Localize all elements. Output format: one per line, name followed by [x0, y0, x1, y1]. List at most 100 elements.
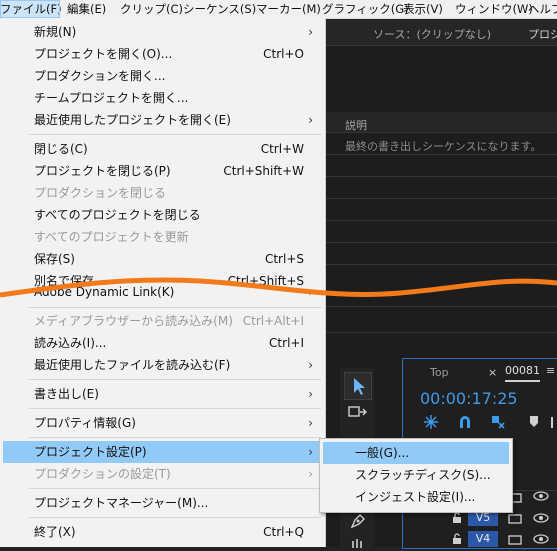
menu-item-open-production[interactable]: プロダクションを開く... — [3, 65, 321, 87]
timeline-close-icon[interactable]: × — [488, 366, 497, 379]
chevron-right-icon: › — [308, 416, 313, 430]
film-icon[interactable] — [508, 513, 522, 524]
menu-item-label: 最近使用したプロジェクトを開く(E) — [34, 113, 231, 127]
selection-tool-icon[interactable] — [344, 372, 372, 400]
lock-icon[interactable] — [452, 533, 462, 545]
menu-item-label: プロパティ情報(G) — [34, 416, 136, 430]
menu-edit[interactable]: 編集(E) — [67, 0, 106, 18]
menu-item-save[interactable]: 保存(S) Ctrl+S — [3, 248, 321, 270]
submenu-item-scratch-disks[interactable]: スクラッチディスク(S)... — [323, 464, 509, 486]
menu-window[interactable]: ウィンドウ(W) — [455, 0, 533, 18]
menu-item-exit[interactable]: 終了(X) Ctrl+Q — [3, 521, 321, 543]
eye-icon[interactable] — [533, 533, 549, 545]
menu-item-new[interactable]: 新規(N) › — [3, 21, 321, 43]
shortcut-label: Ctrl+Alt+I — [242, 314, 304, 328]
menu-item-dynamic-link[interactable]: Adobe Dynamic Link(K) › — [3, 281, 321, 303]
shortcut-label: Ctrl+Shift+W — [223, 164, 304, 178]
menu-separator — [29, 408, 321, 409]
chevron-right-icon: › — [308, 285, 313, 299]
timeline-sequence-tab[interactable]: 00081 — [505, 364, 540, 382]
track-label-v4[interactable]: V4 — [468, 531, 498, 547]
menu-item-label: すべてのプロジェクトを閉じる — [34, 208, 201, 222]
menu-graphics[interactable]: グラフィック(G) — [322, 0, 409, 18]
menu-item-label: 新規(N) — [34, 25, 77, 39]
menu-item-project-manager[interactable]: プロジェクトマネージャー(M)... — [3, 492, 321, 514]
menu-separator — [29, 488, 321, 489]
menu-item-label: プロジェクトマネージャー(M)... — [34, 496, 209, 510]
description-text: 最終の書き出しシーケンスになります。 — [345, 140, 542, 153]
snap-icon[interactable] — [423, 414, 439, 430]
menu-marker[interactable]: マーカー(M) — [256, 0, 321, 18]
menu-item-label: プロダクションを閉じる — [34, 186, 167, 200]
track-select-icon[interactable] — [348, 405, 368, 421]
menu-item-close-all-projects[interactable]: すべてのプロジェクトを閉じる — [3, 204, 321, 226]
project-settings-submenu: 一般(G)... スクラッチディスク(S)... インジェスト設定(I)... — [319, 438, 513, 513]
menu-item-label: プロダクションを開く... — [34, 69, 166, 83]
menu-item-close[interactable]: 閉じる(C) Ctrl+W — [3, 138, 321, 160]
timeline-menu-icon[interactable]: ≡ — [546, 364, 555, 377]
menu-item-refresh-all-projects: すべてのプロジェクトを更新 — [3, 226, 321, 248]
chevron-right-icon: › — [308, 358, 313, 372]
submenu-item-ingest-settings[interactable]: インジェスト設定(I)... — [323, 486, 509, 508]
chevron-right-icon: › — [308, 445, 313, 459]
timeline-label[interactable]: Top — [430, 366, 449, 379]
menu-item-project-settings[interactable]: プロジェクト設定(P) › — [3, 441, 321, 463]
menu-item-label: スクラッチディスク(S)... — [355, 468, 491, 482]
chevron-right-icon: › — [308, 113, 313, 127]
menu-item-label: Adobe Dynamic Link(K) — [34, 285, 175, 299]
menu-item-label: 閉じる(C) — [34, 142, 88, 156]
linked-selection-icon[interactable] — [490, 414, 506, 430]
hand-tool-icon[interactable] — [350, 537, 366, 548]
timeline-timecode[interactable]: 00:00:17:25 — [420, 389, 518, 408]
menu-item-label: 読み込み(I)... — [34, 336, 107, 350]
menu-item-properties[interactable]: プロパティ情報(G) › — [3, 412, 321, 434]
menu-file[interactable]: ファイル(F) — [0, 0, 62, 18]
shortcut-label: Ctrl+O — [263, 47, 304, 61]
menu-item-open-team-project[interactable]: チームプロジェクトを開く... — [3, 87, 321, 109]
menu-item-label: プロジェクトを開く(O)... — [34, 47, 173, 61]
menu-item-label: 終了(X) — [34, 525, 76, 539]
menu-separator — [29, 307, 321, 308]
menu-separator — [29, 379, 321, 380]
pen-tool-icon[interactable] — [349, 512, 367, 530]
film-icon[interactable] — [508, 534, 522, 545]
source-panel-label[interactable]: ソース：(クリップなし) — [373, 26, 491, 42]
menu-item-label: チームプロジェクトを開く... — [34, 91, 189, 105]
description-column-header[interactable]: 説明 — [345, 117, 367, 133]
menu-item-label: メディアブラウザーから読み込み(M) — [34, 314, 233, 328]
project-panel-tab[interactable]: プロジ — [528, 26, 557, 42]
shortcut-label: Ctrl+S — [264, 252, 304, 266]
file-menu: 新規(N) › プロジェクトを開く(O)... Ctrl+O プロダクションを開… — [0, 18, 326, 547]
menu-separator — [29, 517, 321, 518]
submenu-item-general[interactable]: 一般(G)... — [323, 442, 509, 464]
eye-icon[interactable] — [533, 490, 549, 502]
chevron-right-icon: › — [308, 25, 313, 39]
menu-item-export[interactable]: 書き出し(E) › — [3, 383, 321, 405]
menu-item-close-project[interactable]: プロジェクトを閉じる(P) Ctrl+Shift+W — [3, 160, 321, 182]
wrench-icon[interactable] — [548, 414, 557, 430]
menu-help[interactable]: ヘルプ — [528, 0, 557, 18]
chevron-right-icon: › — [308, 387, 313, 401]
menu-bar: ファイル(F) 編集(E) クリップ(C) シーケンス(S) マーカー(M) グ… — [0, 0, 557, 19]
menu-view[interactable]: 表示(V) — [403, 0, 443, 18]
lock-icon[interactable] — [452, 512, 462, 524]
menu-item-production-settings: プロダクションの設定(T) › — [3, 463, 321, 485]
menu-clip[interactable]: クリップ(C) — [120, 0, 183, 18]
menu-item-label: 書き出し(E) — [34, 387, 99, 401]
menu-separator — [29, 437, 321, 438]
menu-item-label: 保存(S) — [34, 252, 75, 266]
menu-item-import-from-media-browser: メディアブラウザーから読み込み(M) Ctrl+Alt+I — [3, 310, 321, 332]
menu-sequence[interactable]: シーケンス(S) — [183, 0, 256, 18]
menu-item-label: プロダクションの設定(T) — [34, 467, 171, 481]
menu-item-label: 最近使用したファイルを読み込む(F) — [34, 358, 231, 372]
menu-separator — [29, 134, 321, 135]
menu-item-import[interactable]: 読み込み(I)... Ctrl+I — [3, 332, 321, 354]
eye-icon[interactable] — [533, 512, 549, 524]
menu-item-label: プロジェクト設定(P) — [34, 445, 147, 459]
magnet-icon[interactable] — [457, 414, 473, 430]
menu-item-label: 一般(G)... — [355, 446, 410, 460]
marker-icon[interactable] — [527, 414, 541, 430]
menu-item-import-recent-file[interactable]: 最近使用したファイルを読み込む(F) › — [3, 354, 321, 376]
menu-item-open-project[interactable]: プロジェクトを開く(O)... Ctrl+O — [3, 43, 321, 65]
menu-item-open-recent-project[interactable]: 最近使用したプロジェクトを開く(E) › — [3, 109, 321, 131]
